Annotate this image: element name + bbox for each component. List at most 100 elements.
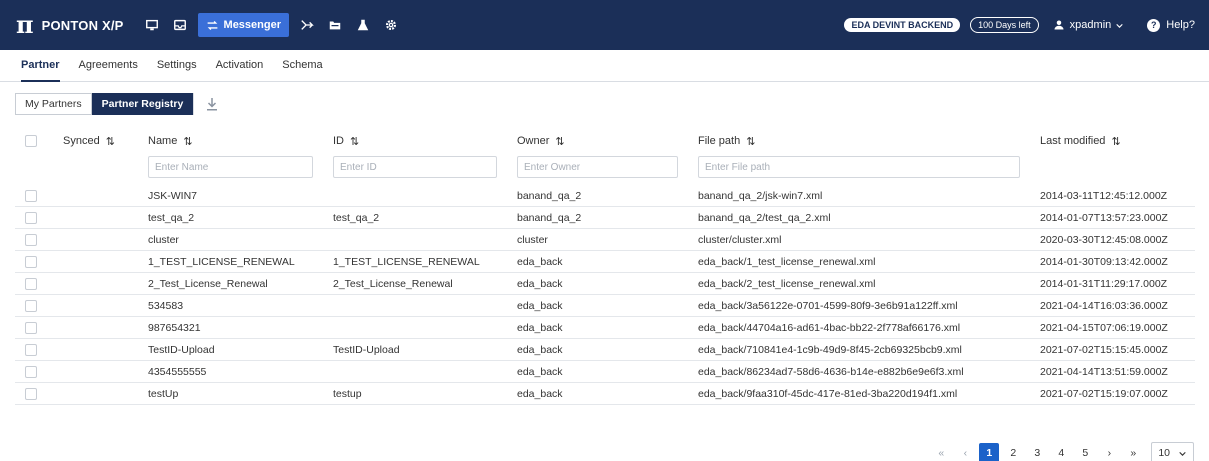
messenger-nav-label: Messenger (223, 19, 282, 31)
last-modified-cell: 2021-04-15T07:06:19.000Z (1040, 322, 1168, 334)
transfer-icon (207, 20, 217, 30)
row-checkbox[interactable] (25, 344, 37, 356)
column-header-synced[interactable]: Synced ⇅ (63, 128, 115, 154)
table-row[interactable]: TestID-Upload TestID-Upload eda_back eda_ba… (15, 339, 1195, 361)
name-cell: testUp (148, 388, 179, 400)
page-button-1[interactable]: 1 (979, 443, 1000, 461)
owner-filter-input[interactable] (517, 156, 678, 178)
column-header-name[interactable]: Name ⇅ (148, 128, 193, 154)
row-checkbox[interactable] (25, 366, 37, 378)
file-path-filter-input[interactable] (698, 156, 1020, 178)
name-cell: 4354555555 (148, 366, 207, 378)
row-checkbox[interactable] (25, 388, 37, 400)
sort-icon[interactable]: ⇅ (106, 135, 115, 148)
tab-activation[interactable]: Activation (216, 49, 264, 81)
help-icon: ? (1147, 18, 1161, 32)
folder-icon[interactable] (323, 13, 347, 37)
owner-cell: eda_back (517, 388, 563, 400)
column-header-last-modified[interactable]: Last modified ⇅ (1040, 128, 1121, 154)
column-label: Synced (63, 135, 100, 147)
owner-cell: eda_back (517, 322, 563, 334)
owner-cell: eda_back (517, 366, 563, 378)
help-button[interactable]: ? Help? (1147, 18, 1195, 32)
prev-page-button[interactable]: ‹ (955, 443, 975, 461)
user-icon (1054, 20, 1064, 30)
file-path-cell: banand_qa_2/jsk-win7.xml (698, 190, 823, 202)
select-all-checkbox[interactable] (25, 135, 37, 147)
last-modified-cell: 2014-01-30T09:13:42.000Z (1040, 256, 1168, 268)
partner-subnav: Partner Agreements Settings Activation S… (0, 50, 1209, 82)
page-button-2[interactable]: 2 (1003, 443, 1023, 461)
name-filter-input[interactable] (148, 156, 313, 178)
sort-icon[interactable]: ⇅ (555, 135, 564, 148)
sort-icon[interactable]: ⇅ (1111, 135, 1120, 148)
partner-registry-button[interactable]: Partner Registry (91, 93, 194, 115)
owner-cell: eda_back (517, 300, 563, 312)
tab-schema[interactable]: Schema (282, 49, 322, 81)
flask-icon[interactable] (351, 13, 375, 37)
column-header-owner[interactable]: Owner ⇅ (517, 128, 565, 154)
last-modified-cell: 2014-03-11T12:45:12.000Z (1040, 190, 1168, 202)
first-page-button[interactable]: « (931, 443, 951, 461)
tab-settings[interactable]: Settings (157, 49, 197, 81)
row-checkbox[interactable] (25, 234, 37, 246)
column-header-id[interactable]: ID ⇅ (333, 128, 359, 154)
table-row[interactable]: 534583 eda_back eda_back/3a56122e-0701-459… (15, 295, 1195, 317)
page-size-select[interactable]: 10 (1151, 442, 1194, 461)
owner-cell: banand_qa_2 (517, 190, 582, 202)
page-button-3[interactable]: 3 (1027, 443, 1047, 461)
id-filter-input[interactable] (333, 156, 497, 178)
table-row[interactable]: JSK-WIN7 banand_qa_2 banand_qa_2/jsk-win7.… (15, 185, 1195, 207)
file-path-cell: banand_qa_2/test_qa_2.xml (698, 212, 831, 224)
app-name: PONTON X/P (41, 17, 124, 33)
table-row[interactable]: test_qa_2 test_qa_2 banand_qa_2 banand_qa_2… (15, 207, 1195, 229)
last-modified-cell: 2021-04-14T16:03:36.000Z (1040, 300, 1168, 312)
sort-icon[interactable]: ⇅ (183, 135, 192, 148)
row-checkbox[interactable] (25, 212, 37, 224)
download-icon[interactable] (205, 96, 219, 112)
table-row[interactable]: cluster cluster cluster/cluster.xml 2020-03… (15, 229, 1195, 251)
column-label: File path (698, 135, 741, 147)
last-modified-cell: 2021-07-02T15:19:07.000Z (1040, 388, 1168, 400)
last-modified-cell: 2014-01-07T13:57:23.000Z (1040, 212, 1168, 224)
messenger-nav-button[interactable]: Messenger (197, 13, 290, 37)
file-path-cell: cluster/cluster.xml (698, 234, 782, 246)
table-row[interactable]: 4354555555 eda_back eda_back/86234ad7-58d6… (15, 361, 1195, 383)
user-menu[interactable]: xpadmin (1053, 19, 1130, 31)
gear-icon[interactable] (379, 13, 403, 37)
row-checkbox[interactable] (25, 322, 37, 334)
tab-agreements[interactable]: Agreements (79, 49, 138, 81)
toolbar-divider (193, 93, 194, 115)
sort-icon[interactable]: ⇅ (350, 135, 359, 148)
file-path-cell: eda_back/710841e4-1c9b-49d9-8f45-2cb6932… (698, 344, 962, 356)
license-days-badge: 100 Days left (970, 17, 1039, 33)
page-button-5[interactable]: 5 (1075, 443, 1095, 461)
column-header-file-path[interactable]: File path ⇅ (698, 128, 755, 154)
table-row[interactable]: 987654321 eda_back eda_back/44704a16-ad61-… (15, 317, 1195, 339)
monitor-icon[interactable] (140, 13, 164, 37)
inbox-icon[interactable] (168, 13, 192, 37)
app-logo[interactable]: π PONTON X/P (16, 13, 124, 37)
environment-badge: EDA DEVINT BACKEND (844, 18, 961, 32)
next-page-button[interactable]: › (1099, 443, 1119, 461)
row-checkbox[interactable] (25, 300, 37, 312)
owner-cell: eda_back (517, 278, 563, 290)
name-cell: 1_TEST_LICENSE_RENEWAL (148, 256, 295, 268)
row-checkbox[interactable] (25, 278, 37, 290)
row-checkbox[interactable] (25, 190, 37, 202)
my-partners-button[interactable]: My Partners (15, 93, 92, 115)
user-name: xpadmin (1069, 19, 1112, 31)
last-page-button[interactable]: » (1123, 443, 1143, 461)
file-path-cell: eda_back/86234ad7-58d6-4636-b14e-e882b6e… (698, 366, 964, 378)
row-checkbox[interactable] (25, 256, 37, 268)
table-row[interactable]: 1_TEST_LICENSE_RENEWAL 1_TEST_LICENSE_REN… (15, 251, 1195, 273)
file-path-cell: eda_back/9faa310f-45dc-417e-81ed-3ba220d… (698, 388, 958, 400)
page-button-4[interactable]: 4 (1051, 443, 1071, 461)
route-icon[interactable] (295, 13, 319, 37)
tab-partner[interactable]: Partner (21, 49, 60, 82)
chevron-down-icon (1116, 23, 1123, 28)
top-navigation-bar: π PONTON X/P Messenger EDA DEVINT BACKEN… (0, 0, 1209, 50)
table-row[interactable]: 2_Test_License_Renewal 2_Test_License_Ren… (15, 273, 1195, 295)
table-row[interactable]: testUp testup eda_back eda_back/9faa310f-45… (15, 383, 1195, 405)
sort-icon[interactable]: ⇅ (746, 135, 755, 148)
